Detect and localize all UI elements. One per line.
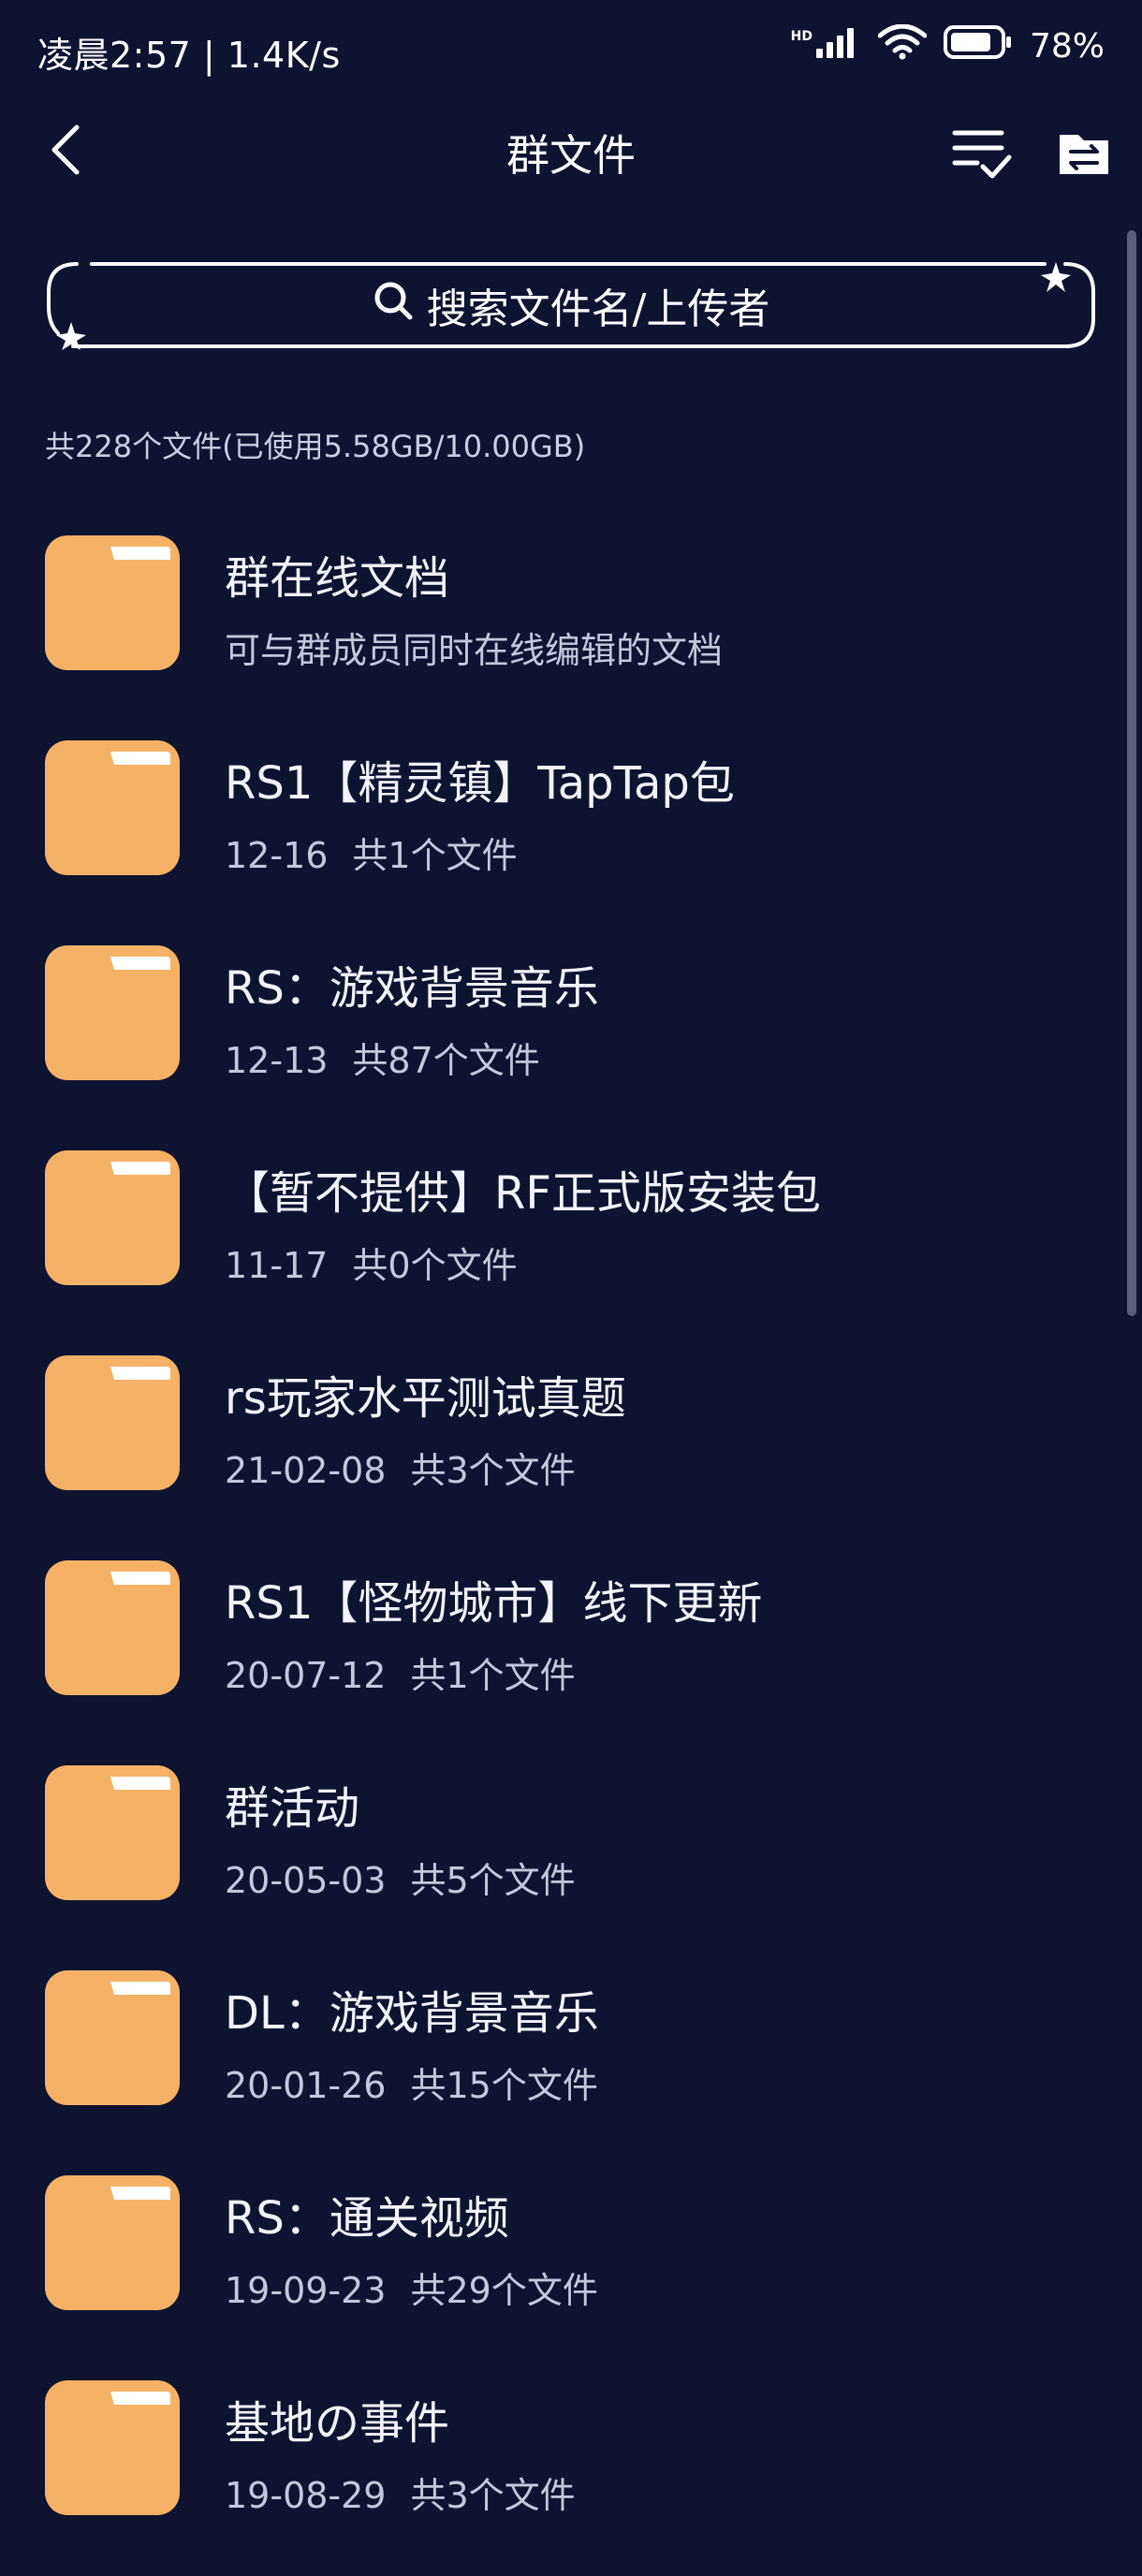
item-subtitle: 19-09-23 共29个文件 (225, 2261, 598, 2313)
list-item[interactable]: DL：游戏背景音乐 20-01-26 共15个文件 (0, 1961, 1114, 2166)
status-bar: 凌晨2:57 | 1.4K/s HD 78% (0, 0, 1142, 103)
list-item[interactable]: 群活动 20-05-03 共5个文件 (0, 1756, 1114, 1961)
item-subtitle: 20-05-03 共5个文件 (225, 1852, 576, 1903)
search-icon (373, 280, 414, 331)
item-count: 共3个文件 (410, 1450, 576, 1491)
item-subtitle: 20-07-12 共1个文件 (225, 1647, 576, 1698)
folder-icon (45, 1150, 180, 1285)
item-date: 19-08-29 (225, 2475, 387, 2516)
item-date: 11-17 (225, 1245, 329, 1286)
item-count: 共0个文件 (352, 1245, 518, 1286)
list-item[interactable]: RS：游戏背景音乐 12-13 共87个文件 (0, 936, 1114, 1141)
top-bar: 群文件 (0, 103, 1142, 206)
checklist-icon (949, 130, 1015, 189)
item-title: 【暂不提供】RF正式版安装包 (225, 1167, 821, 1220)
folder-icon (45, 2175, 180, 2310)
battery-percent: 78% (1029, 27, 1105, 66)
item-subtitle: 19-08-29 共3个文件 (225, 2466, 576, 2518)
battery-icon (943, 24, 1013, 68)
item-date: 20-07-12 (225, 1655, 387, 1696)
item-subtitle: 可与群成员同时在线编辑的文档 (225, 622, 723, 673)
folder-icon (45, 2380, 180, 2515)
list-item[interactable]: RS1【怪物城市】线下更新 20-07-12 共1个文件 (0, 1551, 1114, 1756)
file-summary: 共228个文件(已使用5.58GB/10.00GB) (45, 429, 586, 464)
folder-icon (45, 740, 180, 875)
scrollbar[interactable] (1127, 230, 1136, 1316)
signal-icon (815, 26, 861, 66)
list-item[interactable]: 【暂不提供】RF正式版安装包 11-17 共0个文件 (0, 1141, 1114, 1346)
item-title: 群在线文档 (225, 552, 450, 605)
folder-transfer-icon (1054, 135, 1114, 187)
item-title: RS：通关视频 (225, 2192, 509, 2245)
folder-icon (45, 945, 180, 1080)
item-title: DL：游戏背景音乐 (225, 1987, 599, 2040)
search-placeholder: 搜索文件名/上传者 (426, 285, 770, 333)
item-title: RS1【怪物城市】线下更新 (225, 1577, 763, 1630)
list-item[interactable]: RS1【精灵镇】TapTap包 12-16 共1个文件 (0, 731, 1114, 936)
status-indicators: HD 78% (790, 23, 1105, 68)
item-count: 共29个文件 (410, 2270, 598, 2311)
item-count: 共87个文件 (352, 1040, 540, 1081)
status-time-speed: 凌晨2:57 | 1.4K/s (37, 35, 341, 76)
wifi-icon (877, 23, 928, 68)
item-date: 19-09-23 (225, 2270, 387, 2311)
folder-icon (45, 1970, 180, 2105)
item-date: 12-16 (225, 835, 329, 876)
item-subtitle: 21-02-08 共3个文件 (225, 1442, 576, 1493)
search-content: 搜索文件名/上传者 (45, 260, 1097, 350)
item-title: RS：游戏背景音乐 (225, 962, 599, 1015)
search-bar[interactable]: 搜索文件名/上传者 (45, 260, 1097, 350)
folder-list: 群在线文档 可与群成员同时在线编辑的文档 RS1【精灵镇】TapTap包 12-… (0, 526, 1114, 2576)
item-subtitle: 20-01-26 共15个文件 (225, 2056, 598, 2108)
item-count: 共5个文件 (410, 1860, 576, 1901)
item-title: 基地の事件 (225, 2397, 450, 2450)
list-item[interactable]: 群在线文档 可与群成员同时在线编辑的文档 (0, 526, 1114, 731)
list-item[interactable]: rs玩家水平测试真题 21-02-08 共3个文件 (0, 1346, 1114, 1551)
folder-icon (45, 535, 180, 670)
item-date: 20-01-26 (225, 2065, 387, 2106)
item-title: rs玩家水平测试真题 (225, 1372, 626, 1425)
item-count: 共3个文件 (410, 2475, 576, 2516)
folder-icon (45, 1560, 180, 1695)
item-count: 共1个文件 (352, 835, 518, 876)
folder-icon (45, 1765, 180, 1900)
item-date: 12-13 (225, 1040, 329, 1081)
transfer-button[interactable] (1054, 124, 1114, 183)
list-item[interactable]: RS：通关视频 19-09-23 共29个文件 (0, 2166, 1114, 2371)
item-title: 群活动 (225, 1782, 360, 1835)
item-description: 可与群成员同时在线编辑的文档 (225, 630, 724, 671)
item-count: 共1个文件 (410, 1655, 576, 1696)
item-subtitle: 12-16 共1个文件 (225, 827, 518, 878)
item-date: 21-02-08 (225, 1450, 387, 1491)
item-subtitle: 12-13 共87个文件 (225, 1032, 540, 1083)
item-date: 20-05-03 (225, 1860, 387, 1901)
item-count: 共15个文件 (410, 2065, 598, 2106)
list-item[interactable]: 基地の事件 19-08-29 共3个文件 (0, 2371, 1114, 2576)
multi-select-button[interactable] (949, 120, 1015, 185)
hd-label: HD (790, 28, 813, 44)
folder-icon (45, 1355, 180, 1490)
item-title: RS1【精灵镇】TapTap包 (225, 757, 735, 810)
item-subtitle: 11-17 共0个文件 (225, 1237, 518, 1288)
